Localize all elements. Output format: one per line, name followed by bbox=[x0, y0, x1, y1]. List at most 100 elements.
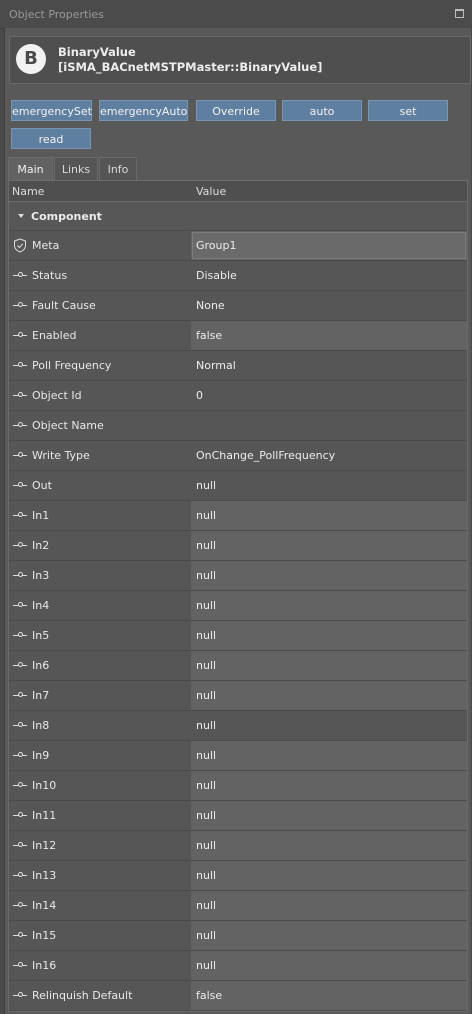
property-row[interactable]: Fault Cause None bbox=[9, 291, 467, 321]
slot-icon bbox=[13, 872, 27, 877]
property-row[interactable]: In12 null bbox=[9, 831, 467, 861]
property-name: In9 bbox=[32, 749, 50, 762]
property-value: false bbox=[196, 329, 223, 342]
property-name-cell: Object Id bbox=[9, 381, 190, 410]
property-row[interactable]: In3 null bbox=[9, 561, 467, 591]
property-name: Object Name bbox=[32, 419, 104, 432]
slot-icon bbox=[13, 932, 27, 937]
property-row[interactable]: Relinquish Default false bbox=[9, 981, 467, 1011]
property-value-cell[interactable]: null bbox=[191, 621, 467, 650]
slot-icon bbox=[13, 512, 27, 517]
property-value-cell[interactable] bbox=[191, 411, 467, 440]
property-name: In15 bbox=[32, 929, 57, 942]
column-header-value[interactable]: Value bbox=[196, 185, 226, 198]
property-name: In8 bbox=[32, 719, 50, 732]
property-row[interactable]: Status Disable bbox=[9, 261, 467, 291]
property-value-cell[interactable]: null bbox=[191, 831, 467, 860]
property-row[interactable]: In8 null bbox=[9, 711, 467, 741]
property-row[interactable]: Poll Frequency Normal bbox=[9, 351, 467, 381]
property-row[interactable]: In16 null bbox=[9, 951, 467, 981]
property-name-cell: Out bbox=[9, 471, 190, 500]
property-value-cell[interactable]: null bbox=[191, 651, 467, 680]
property-name-cell: In9 bbox=[9, 741, 190, 770]
slot-icon bbox=[13, 632, 27, 637]
emergency-set-button[interactable]: emergencySet bbox=[11, 100, 92, 121]
property-value-cell[interactable]: null bbox=[191, 921, 467, 950]
property-value-cell[interactable]: false bbox=[191, 321, 467, 350]
property-row[interactable]: In6 null bbox=[9, 651, 467, 681]
tab-info[interactable]: Info bbox=[99, 157, 137, 180]
property-row[interactable]: In5 null bbox=[9, 621, 467, 651]
set-button[interactable]: set bbox=[368, 100, 448, 121]
property-value-cell[interactable]: Disable bbox=[191, 261, 467, 290]
property-value-cell[interactable]: null bbox=[191, 711, 467, 740]
property-name: Write Type bbox=[32, 449, 90, 462]
property-value-cell[interactable]: null bbox=[191, 801, 467, 830]
property-row[interactable]: Object Id 0 bbox=[9, 381, 467, 411]
property-value: Group1 bbox=[196, 239, 237, 252]
property-value-cell[interactable]: null bbox=[191, 741, 467, 770]
property-name-cell: Write Type bbox=[9, 441, 190, 470]
property-row[interactable]: In9 null bbox=[9, 741, 467, 771]
property-value-cell[interactable]: false bbox=[191, 981, 467, 1010]
property-value: null bbox=[196, 749, 217, 762]
column-header-name[interactable]: Name bbox=[12, 185, 44, 198]
property-value: null bbox=[196, 629, 217, 642]
property-name-cell: Poll Frequency bbox=[9, 351, 190, 380]
tab-main[interactable]: Main bbox=[8, 157, 53, 180]
property-name-cell: Object Name bbox=[9, 411, 190, 440]
section-component[interactable]: Component bbox=[9, 202, 467, 231]
property-value-cell[interactable]: null bbox=[191, 561, 467, 590]
property-row[interactable]: In14 null bbox=[9, 891, 467, 921]
property-value-cell[interactable]: null bbox=[191, 951, 467, 980]
object-name: BinaryValue bbox=[58, 45, 136, 59]
tab-links[interactable]: Links bbox=[54, 157, 98, 180]
property-value-cell[interactable]: null bbox=[191, 531, 467, 560]
slot-icon bbox=[13, 392, 27, 397]
slot-icon bbox=[13, 332, 27, 337]
property-value-cell[interactable]: Group1 bbox=[191, 231, 467, 260]
slot-icon bbox=[13, 572, 27, 577]
property-value-cell[interactable]: null bbox=[191, 501, 467, 530]
property-row[interactable]: In15 null bbox=[9, 921, 467, 951]
property-value-cell[interactable]: 0 bbox=[191, 381, 467, 410]
property-row[interactable]: In1 null bbox=[9, 501, 467, 531]
property-row[interactable]: In10 null bbox=[9, 771, 467, 801]
property-row[interactable]: Enabled false bbox=[9, 321, 467, 351]
section-label: Component bbox=[31, 210, 102, 223]
property-value-cell[interactable]: Normal bbox=[191, 351, 467, 380]
property-row[interactable]: In13 null bbox=[9, 861, 467, 891]
slot-icon bbox=[13, 782, 27, 787]
maximize-icon[interactable] bbox=[455, 9, 464, 18]
property-name: In2 bbox=[32, 539, 50, 552]
property-name: In14 bbox=[32, 899, 57, 912]
property-row[interactable]: In11 null bbox=[9, 801, 467, 831]
property-name-cell: In15 bbox=[9, 921, 190, 950]
emergency-auto-button[interactable]: emergencyAuto bbox=[99, 100, 188, 121]
property-row[interactable]: Write Type OnChange_PollFrequency bbox=[9, 441, 467, 471]
slot-icon bbox=[13, 542, 27, 547]
property-value-cell[interactable]: None bbox=[191, 291, 467, 320]
property-value-cell[interactable]: null bbox=[191, 891, 467, 920]
collapse-arrow-icon[interactable] bbox=[18, 214, 24, 218]
property-value-cell[interactable]: null bbox=[191, 771, 467, 800]
property-value: None bbox=[196, 299, 225, 312]
property-row[interactable]: In2 null bbox=[9, 531, 467, 561]
property-name: In12 bbox=[32, 839, 57, 852]
property-name: In5 bbox=[32, 629, 50, 642]
property-row[interactable]: In7 null bbox=[9, 681, 467, 711]
property-row[interactable]: In4 null bbox=[9, 591, 467, 621]
property-value-cell[interactable]: null bbox=[191, 861, 467, 890]
override-button[interactable]: Override bbox=[196, 100, 276, 121]
property-row[interactable]: Object Name bbox=[9, 411, 467, 441]
property-row[interactable]: Meta Group1 bbox=[9, 231, 467, 261]
property-value-cell[interactable]: null bbox=[191, 591, 467, 620]
property-value-cell[interactable]: null bbox=[191, 471, 467, 500]
property-value-cell[interactable]: OnChange_PollFrequency bbox=[191, 441, 467, 470]
property-value: false bbox=[196, 989, 223, 1002]
property-row[interactable]: Out null bbox=[9, 471, 467, 501]
property-value-cell[interactable]: null bbox=[191, 681, 467, 710]
slot-icon bbox=[13, 812, 27, 817]
auto-button[interactable]: auto bbox=[282, 100, 362, 121]
read-button[interactable]: read bbox=[11, 128, 91, 149]
